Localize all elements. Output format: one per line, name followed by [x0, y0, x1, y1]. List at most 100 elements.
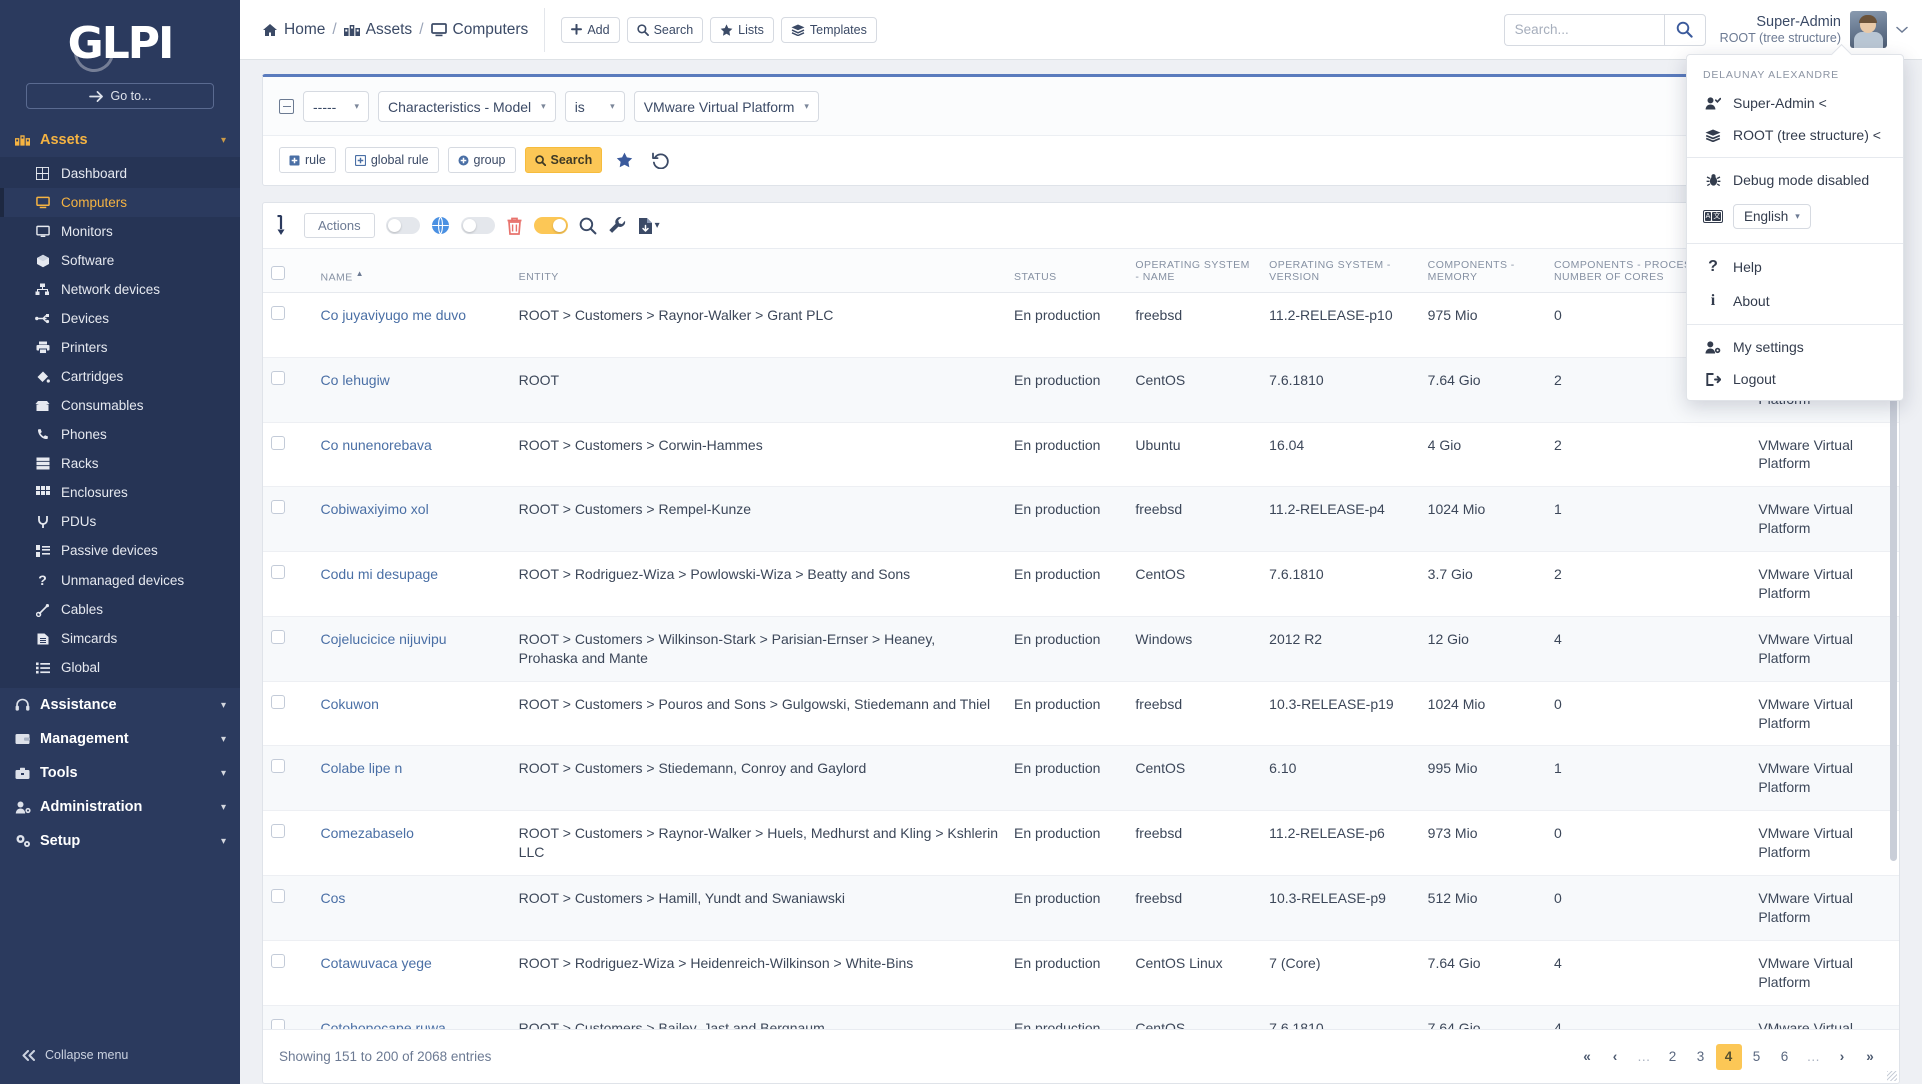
row-checkbox[interactable]	[271, 370, 285, 385]
remove-criteria-button[interactable]	[279, 99, 294, 114]
sidebar-group-setup[interactable]: Setup ▾	[0, 824, 240, 858]
link-operator-select[interactable]: ----- ▾	[303, 91, 369, 122]
sidebar-group-assets[interactable]: Assets ▾	[0, 123, 240, 157]
computer-link[interactable]: Cojelucicice nijuvipu	[321, 631, 447, 647]
reset-search-button[interactable]	[647, 149, 675, 172]
table-row[interactable]: Cojelucicice nijuvipu ROOT > Customers > …	[263, 616, 1899, 682]
row-checkbox[interactable]	[271, 306, 285, 320]
page-5[interactable]: 5	[1744, 1044, 1770, 1070]
add-group-button[interactable]: group	[447, 147, 516, 173]
resize-grip[interactable]	[1887, 1071, 1897, 1081]
add-button[interactable]: Add	[561, 16, 620, 43]
table-row[interactable]: Cotohopocape ruwa raguzume fa ROOT > Cust…	[263, 1005, 1899, 1029]
row-checkbox[interactable]	[271, 824, 285, 839]
dropdown-item-debug-mode[interactable]: Debug mode disabled	[1687, 164, 1903, 196]
dropdown-item-profile[interactable]: Super-Admin <	[1687, 87, 1903, 119]
table-row[interactable]: Cokuwon ROOT > Customers > Pouros and Son…	[263, 681, 1899, 747]
sidebar-item-phones[interactable]: Phones	[0, 420, 240, 449]
sidebar-group-management[interactable]: Management ▾	[0, 722, 240, 756]
computer-link[interactable]: Codu mi desupage	[321, 566, 439, 582]
page-3[interactable]: 3	[1688, 1044, 1714, 1070]
computer-link[interactable]: Co juyaviyugo me duvo	[321, 307, 467, 323]
computer-link[interactable]: Co lehugiw	[321, 372, 390, 388]
page-4[interactable]: 4	[1715, 1043, 1742, 1070]
row-checkbox[interactable]	[271, 500, 285, 515]
sidebar-item-monitors[interactable]: Monitors	[0, 217, 240, 246]
dropdown-item-entity[interactable]: ROOT (tree structure) <	[1687, 119, 1903, 151]
search-submit-button[interactable]: Search	[524, 147, 603, 173]
page-6[interactable]: 6	[1772, 1044, 1798, 1070]
save-bookmark-button[interactable]	[611, 149, 638, 171]
wrench-icon[interactable]	[608, 216, 627, 235]
add-rule-button[interactable]: rule	[279, 147, 336, 173]
column-header-os-version[interactable]: OPERATING SYSTEM - VERSION	[1261, 249, 1420, 293]
computer-link[interactable]: Cobiwaxiyimo xol	[321, 501, 429, 517]
sidebar-item-devices[interactable]: Devices	[0, 304, 240, 333]
table-row[interactable]: Colabe lipe n ROOT > Customers > Stiedema…	[263, 745, 1899, 812]
sidebar-item-cables[interactable]: Cables	[0, 595, 240, 624]
criteria-field-select[interactable]: Characteristics - Model ▾	[378, 91, 556, 122]
sidebar-group-assistance[interactable]: Assistance ▾	[0, 688, 240, 722]
row-checkbox[interactable]	[271, 953, 285, 968]
app-logo[interactable]: GLPI	[0, 0, 240, 81]
row-checkbox[interactable]	[271, 435, 285, 450]
templates-button[interactable]: Templates	[780, 16, 877, 43]
next-page[interactable]: ›	[1829, 1044, 1855, 1070]
actions-button[interactable]: Actions	[304, 213, 375, 238]
breadcrumb-computers[interactable]: Computers	[430, 21, 528, 39]
dropdown-item-about[interactable]: i About	[1687, 284, 1903, 318]
sidebar-item-global[interactable]: Global	[0, 653, 240, 682]
sidebar-item-dashboard[interactable]: Dashboard	[0, 159, 240, 188]
sidebar-item-computers[interactable]: Computers	[0, 188, 240, 217]
lists-button[interactable]: Lists	[710, 16, 774, 43]
sidebar-group-administration[interactable]: Administration ▾	[0, 790, 240, 824]
user-menu-button[interactable]: Super-Admin ROOT (tree structure)	[1720, 11, 1908, 48]
column-header-entity[interactable]: ENTITY	[510, 249, 1007, 293]
column-header-os-name[interactable]: OPERATING SYSTEM - NAME	[1127, 249, 1262, 293]
criteria-operator-select[interactable]: is ▾	[564, 91, 625, 122]
computer-link[interactable]: Cotohopocape ruwa raguzume fa	[321, 1020, 446, 1029]
computer-link[interactable]: Cotawuvaca yege	[321, 955, 432, 971]
dropdown-item-logout[interactable]: Logout	[1687, 363, 1903, 395]
computer-link[interactable]: Co nunenorebava	[321, 437, 432, 453]
sidebar-item-racks[interactable]: Racks	[0, 449, 240, 478]
prev-page[interactable]: ‹	[1602, 1044, 1628, 1070]
sidebar-item-passive-devices[interactable]: Passive devices	[0, 536, 240, 565]
collapse-menu-button[interactable]: Collapse menu	[0, 1032, 240, 1084]
select-all-checkbox[interactable]	[271, 266, 285, 280]
sidebar-item-pdus[interactable]: PDUs	[0, 507, 240, 536]
column-header-status[interactable]: STATUS	[1006, 249, 1128, 293]
table-row[interactable]: Co lehugiw ROOT En production CentOS 7.6.181…	[263, 357, 1899, 423]
row-checkbox[interactable]	[271, 694, 285, 709]
computer-link[interactable]: Colabe lipe n	[321, 760, 403, 776]
globe-icon[interactable]	[431, 216, 450, 235]
sidebar-item-software[interactable]: Software	[0, 246, 240, 275]
go-to-button[interactable]: Go to...	[26, 83, 214, 109]
table-row[interactable]: Cotawuvaca yege ROOT > Rodriguez-Wiza > H…	[263, 940, 1899, 1006]
computer-link[interactable]: Cos	[321, 890, 346, 906]
computer-link[interactable]: Comezabaselo	[321, 825, 414, 841]
column-header-name[interactable]: NAME ▲	[312, 249, 511, 293]
delete-mode-toggle[interactable]	[460, 217, 495, 234]
trash-icon[interactable]	[506, 217, 523, 235]
add-global-rule-button[interactable]: global rule	[344, 147, 439, 173]
row-checkbox[interactable]	[271, 629, 285, 644]
sidebar-group-tools[interactable]: Tools ▾	[0, 756, 240, 790]
global-view-toggle[interactable]	[385, 217, 420, 234]
sidebar-item-cartridges[interactable]: Cartridges	[0, 362, 240, 391]
last-page[interactable]: »	[1857, 1044, 1883, 1070]
export-button[interactable]: ▾	[638, 217, 660, 235]
criteria-value-select[interactable]: VMware Virtual Platform ▾	[633, 91, 819, 122]
sidebar-item-unmanaged-devices[interactable]: ? Unmanaged devices	[0, 565, 240, 595]
breadcrumb-home[interactable]: Home	[262, 21, 325, 39]
search-mode-toggle[interactable]	[533, 217, 568, 234]
table-row[interactable]: Co juyaviyugo me duvo ROOT > Customers > …	[263, 292, 1899, 358]
sidebar-item-enclosures[interactable]: Enclosures	[0, 478, 240, 507]
table-row[interactable]: Codu mi desupage ROOT > Rodriguez-Wiza > …	[263, 551, 1899, 617]
table-row[interactable]: Cos ROOT > Customers > Hamill, Yundt and …	[263, 875, 1899, 941]
row-checkbox[interactable]	[271, 759, 285, 774]
sidebar-item-consumables[interactable]: Consumables	[0, 391, 240, 420]
search-input[interactable]	[1503, 13, 1664, 46]
search-submit-button[interactable]	[1663, 13, 1706, 46]
row-checkbox[interactable]	[271, 565, 285, 580]
